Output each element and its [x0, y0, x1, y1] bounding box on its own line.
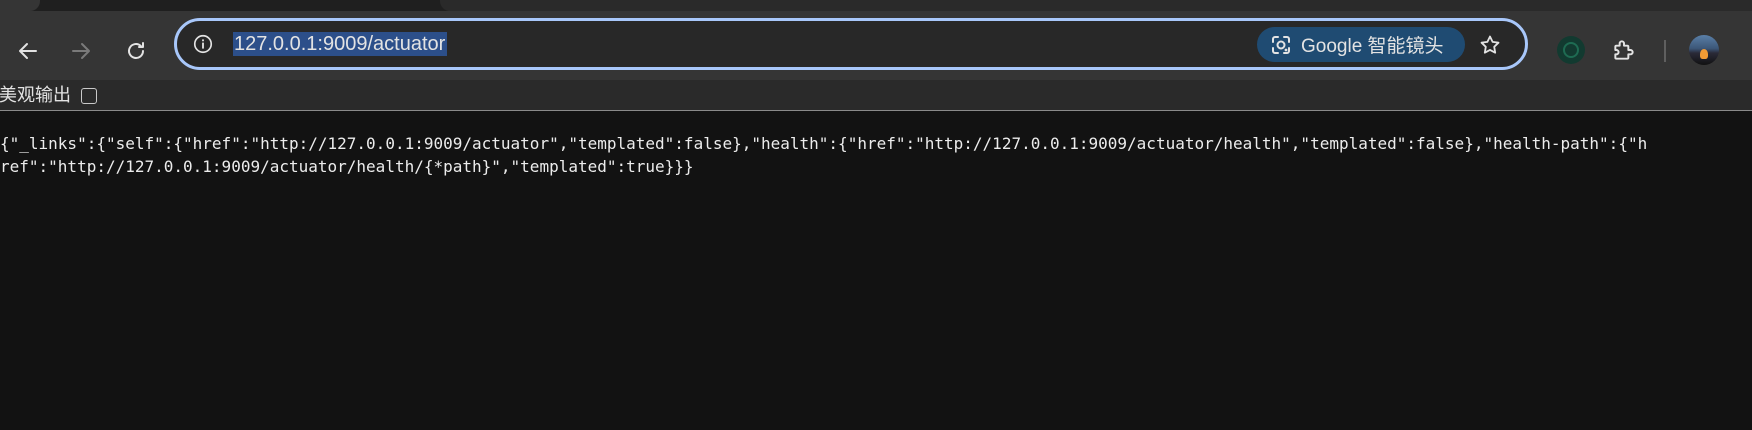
url-text[interactable]: 127.0.0.1:9009/actuator [233, 32, 448, 56]
pretty-print-label: 美观输出 [0, 85, 71, 105]
reload-button[interactable] [118, 33, 154, 69]
toolbar-separator [1664, 40, 1666, 62]
extensions-button[interactable] [1609, 35, 1639, 65]
arrow-left-icon [19, 43, 37, 59]
pretty-print-bar: 美观输出 [0, 80, 1752, 111]
tab-strip [0, 0, 1752, 11]
address-bar[interactable]: 127.0.0.1:9009/actuator Google 智能镜头 [174, 18, 1528, 70]
info-circle-icon[interactable] [191, 32, 215, 56]
forward-button[interactable] [63, 33, 99, 69]
star-icon [1480, 35, 1500, 54]
puzzle-icon [1614, 40, 1634, 60]
camera-lens-icon [1272, 35, 1290, 54]
green-extension-icon[interactable] [1557, 36, 1585, 64]
pretty-print-checkbox[interactable] [81, 88, 97, 104]
json-content: {"_links":{"self":{"href":"http://127.0.… [0, 134, 1648, 176]
arrow-right-icon [72, 43, 90, 59]
tab-strip-background [440, 0, 1752, 11]
avatar[interactable] [1689, 35, 1719, 65]
google-lens-button[interactable]: Google 智能镜头 [1257, 27, 1465, 62]
tab-stub[interactable] [0, 0, 40, 11]
browser-toolbar: 127.0.0.1:9009/actuator Google 智能镜头 [0, 11, 1752, 80]
back-button[interactable] [10, 33, 46, 69]
reload-icon [128, 42, 144, 59]
bookmark-star-button[interactable] [1477, 32, 1503, 58]
lens-chip-label: Google 智能镜头 [1301, 36, 1444, 57]
